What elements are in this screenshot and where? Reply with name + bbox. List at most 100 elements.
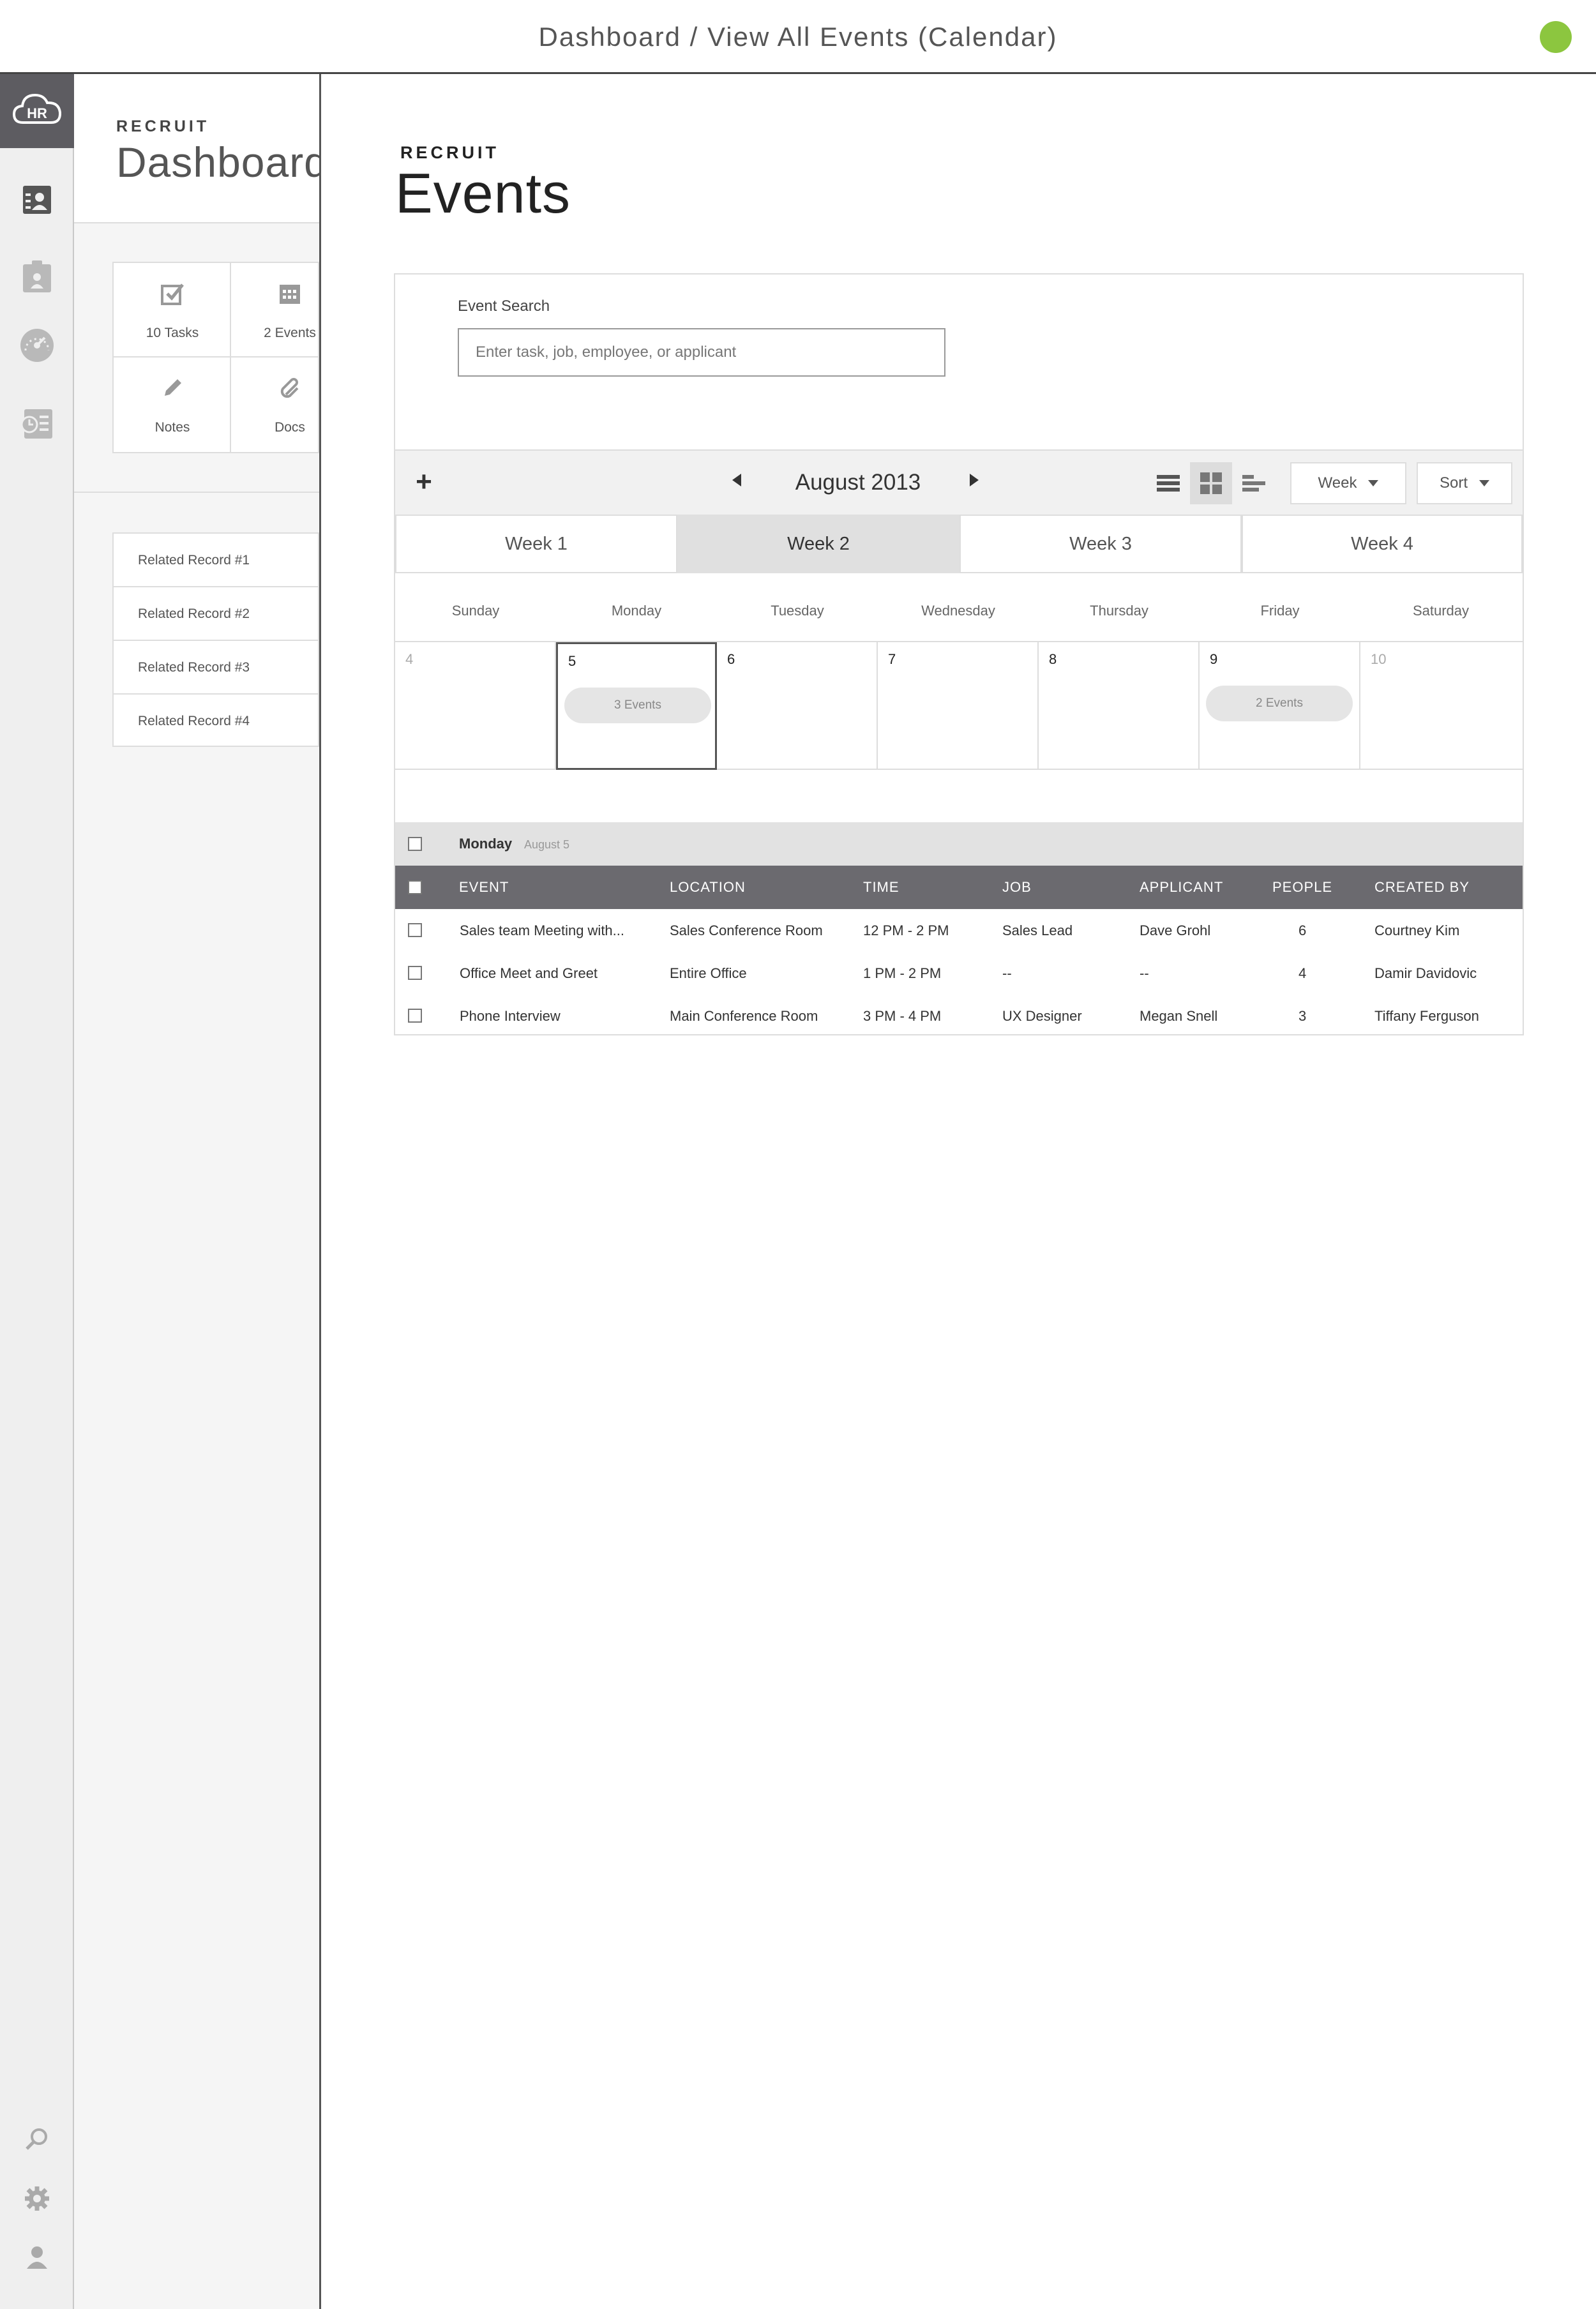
row-checkbox[interactable] (408, 1009, 422, 1023)
search-icon[interactable] (0, 2110, 74, 2168)
sort-dropdown[interactable]: Sort (1417, 462, 1512, 504)
list-view-button[interactable] (1147, 462, 1189, 504)
cell-job: Sales Lead (1002, 922, 1073, 938)
tab-week-3[interactable]: Week 3 (960, 515, 1242, 573)
cell-applicant: Megan Snell (1140, 1008, 1218, 1024)
timeline-icon (1242, 475, 1265, 492)
status-indicator[interactable] (1540, 21, 1572, 53)
cell-applicant: -- (1140, 965, 1149, 981)
column-header-event[interactable]: EVENT (459, 866, 509, 909)
dashboard-title: Dashboard (116, 139, 328, 186)
cell-people: 3 (1299, 1008, 1307, 1024)
related-record-2[interactable]: Related Record #2 (112, 586, 319, 640)
timeline-view-button[interactable] (1233, 462, 1275, 504)
page-title: Events (395, 162, 571, 225)
gauge-icon[interactable] (0, 317, 74, 374)
weekday-label: Monday (611, 603, 662, 619)
current-month: August 2013 (795, 470, 921, 495)
cell-event: Office Meet and Greet (460, 965, 598, 981)
day-cell[interactable]: 9 2 Events (1200, 642, 1360, 770)
grid-view-button[interactable] (1190, 462, 1232, 504)
chevron-down-icon (1368, 480, 1379, 486)
dashboard-header: RECRUIT Dashboard (74, 74, 327, 223)
related-record-4[interactable]: Related Record #4 (112, 693, 319, 747)
event-search-input[interactable] (458, 328, 945, 377)
cell-created-by: Tiffany Ferguson (1374, 1008, 1479, 1024)
breadcrumb: Dashboard / View All Events (Calendar) (538, 22, 1058, 52)
table-row[interactable]: Office Meet and Greet Entire Office 1 PM… (395, 952, 1523, 995)
day-cell-selected[interactable]: 5 3 Events (556, 642, 717, 770)
weekday-label: Sunday (451, 603, 500, 619)
cell-created-by: Courtney Kim (1374, 922, 1460, 938)
tasks-tile-label: 10 Tasks (146, 326, 199, 340)
cell-event: Phone Interview (460, 1008, 561, 1024)
cell-job: -- (1002, 965, 1012, 981)
table-row[interactable]: Phone Interview Main Conference Room 3 P… (395, 995, 1523, 1037)
cell-applicant: Dave Grohl (1140, 922, 1211, 938)
dashboard-eyebrow: RECRUIT (116, 117, 210, 135)
cell-time: 12 PM - 2 PM (863, 922, 949, 938)
week-dropdown[interactable]: Week (1290, 462, 1406, 504)
hr-logo[interactable]: HR (0, 74, 74, 148)
day-cell[interactable]: 10 (1360, 642, 1523, 770)
related-record-1[interactable]: Related Record #1 (112, 532, 319, 586)
week-dropdown-label: Week (1318, 474, 1357, 492)
cell-created-by: Damir Davidovic (1374, 965, 1477, 981)
day-cell[interactable]: 7 (878, 642, 1039, 770)
dashboard-panel: RECRUIT Dashboard 10 Tasks 2 Events Note… (74, 74, 349, 2309)
next-month-button[interactable] (970, 474, 979, 486)
row-checkbox[interactable] (408, 966, 422, 980)
row-checkbox[interactable] (408, 923, 422, 937)
top-bar: Dashboard / View All Events (Calendar) (0, 0, 1596, 74)
day-number: 4 (405, 651, 414, 667)
tab-week-1[interactable]: Week 1 (395, 515, 677, 573)
weekday-label: Friday (1260, 603, 1300, 619)
previous-month-button[interactable] (732, 474, 741, 486)
cell-location: Entire Office (670, 965, 747, 981)
column-header-location[interactable]: LOCATION (670, 866, 746, 909)
calendar-toolbar: + August 2013 Week Sort (395, 449, 1523, 515)
column-header-people[interactable]: PEOPLE (1272, 866, 1332, 909)
icon-rail: HR (0, 74, 74, 2309)
day-group-checkbox[interactable] (408, 837, 422, 851)
events-count-pill[interactable]: 3 Events (564, 688, 711, 723)
cell-time: 1 PM - 2 PM (863, 965, 942, 981)
gear-icon[interactable] (0, 2170, 74, 2227)
events-card: Event Search + August 2013 Week Sort (394, 273, 1524, 1035)
user-icon[interactable] (0, 2229, 74, 2286)
contacts-icon[interactable] (0, 171, 74, 229)
cell-people: 6 (1299, 922, 1307, 938)
weekday-label: Saturday (1412, 603, 1470, 619)
reports-icon[interactable] (0, 395, 74, 452)
column-header-time[interactable]: TIME (863, 866, 900, 909)
day-number: 10 (1371, 651, 1387, 667)
dashboard-tiles: 10 Tasks 2 Events Notes Docs (112, 262, 349, 453)
weekday-label: Tuesday (771, 603, 824, 619)
table-row[interactable]: Sales team Meeting with... Sales Confere… (395, 909, 1523, 952)
day-cell[interactable]: 4 (395, 642, 556, 770)
tab-week-2[interactable]: Week 2 (677, 515, 960, 573)
day-cell[interactable]: 8 (1039, 642, 1200, 770)
pencil-icon (114, 375, 231, 401)
cell-time: 3 PM - 4 PM (863, 1008, 942, 1024)
notes-tile[interactable]: Notes (114, 357, 231, 452)
clipboard-icon[interactable] (0, 248, 74, 306)
search-label: Event Search (458, 297, 550, 315)
sort-dropdown-label: Sort (1439, 474, 1468, 492)
column-header-job[interactable]: JOB (1002, 866, 1032, 909)
add-event-button[interactable]: + (407, 465, 441, 499)
select-all-checkbox[interactable] (408, 880, 422, 894)
list-icon (1157, 475, 1180, 492)
cell-job: UX Designer (1002, 1008, 1082, 1024)
logo-text: HR (27, 105, 47, 121)
tasks-tile[interactable]: 10 Tasks (114, 263, 231, 357)
column-header-applicant[interactable]: APPLICANT (1140, 866, 1223, 909)
tab-week-4[interactable]: Week 4 (1242, 515, 1523, 573)
related-record-3[interactable]: Related Record #3 (112, 640, 319, 693)
cell-location: Main Conference Room (670, 1008, 818, 1024)
column-header-created-by[interactable]: CREATED BY (1374, 866, 1470, 909)
week-days-grid: 4 5 3 Events 6 7 8 9 2 Events 10 (395, 641, 1523, 770)
events-count-pill[interactable]: 2 Events (1206, 686, 1353, 721)
cell-event: Sales team Meeting with... (460, 922, 625, 938)
day-cell[interactable]: 6 (717, 642, 878, 770)
